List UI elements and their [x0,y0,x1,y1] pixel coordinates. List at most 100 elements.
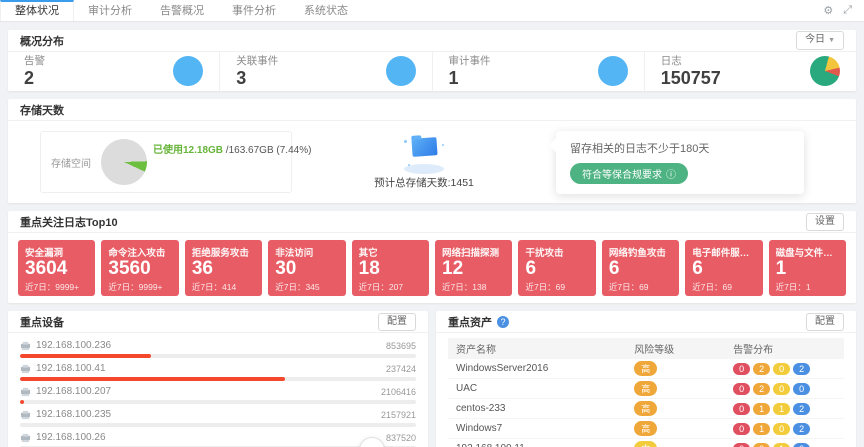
key-assets-section: 重点资产 ? 配置 资产名称 风险等级 告警分布 [436,311,856,447]
devices-config-button[interactable]: 配置 [378,313,416,331]
device-row[interactable]: 192.168.100.236853695 [20,336,416,359]
alert-badge-critical: 0 [733,383,750,395]
log-card-recent: 近7日：69 [609,281,672,293]
device-ip: 192.168.100.236 [36,340,111,351]
stat-label: 告警 [24,53,45,68]
alert-badge-medium: 1 [773,403,790,415]
stat-label: 审计事件 [449,53,491,68]
alert-badge-medium: 1 [773,443,790,447]
alert-badge-low: 0 [793,383,810,395]
assets-config-button[interactable]: 配置 [806,313,844,331]
log-card-value: 36 [192,258,255,281]
log-pie-chart [810,56,840,86]
device-row[interactable]: 192.168.100.2352157921 [20,405,416,428]
fullscreen-icon[interactable]: ⤢ [843,4,852,17]
log-card-value: 18 [359,258,422,281]
asset-row[interactable]: Windows7 高 0102 [448,419,844,439]
log-card-value: 6 [525,258,588,281]
section-title: 概况分布 [20,33,64,49]
device-ip: 192.168.100.41 [36,363,106,374]
risk-badge: 高 [634,401,657,416]
log-card-10[interactable]: 磁盘与文件系... 1 近7日：1 [769,240,846,296]
top10-settings-button[interactable]: 设置 [806,213,844,231]
risk-badge: 高 [634,381,657,396]
storage-days-text: 预计总存储天数:1451 [374,175,474,190]
tab-alert-overview[interactable]: 告警概况 [146,0,218,21]
asset-row[interactable]: centos-233 高 0112 [448,399,844,419]
date-range-select[interactable]: 今日▼ [796,31,844,50]
alert-badge-low: 2 [793,403,810,415]
alert-badges: 0200 [733,383,810,395]
device-bar-fill [20,354,151,358]
device-bar-track [20,354,416,358]
asset-row[interactable]: WindowsServer2016 高 0202 [448,359,844,379]
help-icon[interactable]: ? [497,316,509,328]
tab-label: 审计分析 [88,5,132,17]
tab-system-status[interactable]: 系统状态 [290,0,362,21]
chevron-down-icon: ▼ [828,37,835,44]
log-card-title: 命令注入攻击 [108,245,171,258]
storage-body: 存储空间 已使用12.18GB /163.67GB (7.44%) 预计总存储天… [8,121,856,203]
log-card-value: 6 [609,258,672,281]
compliance-badge-label: 符合等保合规要求 [582,166,662,181]
log-card-2[interactable]: 命令注入攻击 3560 近7日：9999+ [101,240,178,296]
stat-value: 150757 [661,69,721,88]
asset-row[interactable]: UAC 高 0200 [448,379,844,399]
log-card-value: 30 [275,258,338,281]
alert-badges: 0202 [733,363,810,375]
log-card-title: 干扰攻击 [525,245,588,258]
stat-value: 2 [24,69,45,88]
log-card-value: 1 [776,258,839,281]
log-card-8[interactable]: 网络钓鱼攻击 6 近7日：69 [602,240,679,296]
log-card-3[interactable]: 拒绝服务攻击 36 近7日：414 [185,240,262,296]
log-card-title: 其它 [359,245,422,258]
device-row[interactable]: 192.168.100.41237424 [20,359,416,382]
tab-label: 告警概况 [160,5,204,17]
assets-table-header: 资产名称 风险等级 告警分布 [448,338,844,359]
alert-badge-critical: 0 [733,443,750,447]
compliance-badge-button[interactable]: 符合等保合规要求 ⓘ [570,163,688,184]
tab-event-analysis[interactable]: 事件分析 [218,0,290,21]
log-card-value: 12 [442,258,505,281]
circle-chart-icon [598,56,628,86]
circle-chart-icon [173,56,203,86]
log-card-9[interactable]: 电子邮件服务攻击 6 近7日：69 [685,240,762,296]
log-card-6[interactable]: 网络扫描探测 12 近7日：138 [435,240,512,296]
tab-overall-status[interactable]: 整体状况 [0,0,74,21]
section-title: 重点关注日志Top10 [20,214,118,230]
gear-icon[interactable]: ⚙ [823,4,833,17]
dashboard-page: 概况分布 今日▼ 告警 2 关联事件 3 审计事件 1 日志 [0,22,864,447]
log-card-recent: 近7日：69 [525,281,588,293]
alert-badge-high: 0 [753,443,770,447]
log-card-7[interactable]: 干扰攻击 6 近7日：69 [518,240,595,296]
bottom-row: 重点设备 配置 192.168.100.236853695 192.168.10… [8,311,856,447]
folder-icon [398,134,450,174]
log-card-title: 电子邮件服务攻击 [692,245,755,258]
storage-header: 存储天数 [8,99,856,121]
alert-badge-medium: 0 [773,363,790,375]
log-card-1[interactable]: 安全漏洞 3604 近7日：9999+ [18,240,95,296]
device-ip: 192.168.100.26 [36,432,106,443]
log-card-5[interactable]: 其它 18 近7日：207 [352,240,429,296]
stat-audit-events: 审计事件 1 [432,52,644,91]
device-row[interactable]: 192.168.100.2072106416 [20,382,416,405]
alert-badge-critical: 0 [733,363,750,375]
risk-badge: 高 [634,361,657,376]
log-card-recent: 近7日：207 [359,281,422,293]
device-count: 837520 [386,433,416,443]
device-row[interactable]: 192.168.100.26 837520 [20,428,416,447]
stat-label: 日志 [661,53,721,68]
stat-label: 关联事件 [236,53,278,68]
alert-badge-high: 1 [753,403,770,415]
alert-badge-low: 2 [793,363,810,375]
alert-badge-high: 2 [753,363,770,375]
log-card-4[interactable]: 非法访问 30 近7日：345 [268,240,345,296]
alert-badges: 0102 [733,423,810,435]
compliance-tip-text: 留存相关的日志不少于180天 [570,140,790,156]
col-risk-level: 风险等级 [626,338,725,359]
device-count: 2106416 [381,387,416,397]
tab-audit-analysis[interactable]: 审计分析 [74,0,146,21]
storage-usage-text: 已使用12.18GB /163.67GB (7.44%) [153,141,311,156]
key-devices-section: 重点设备 配置 192.168.100.236853695 192.168.10… [8,311,428,447]
asset-row[interactable]: 192.168.100.11 中 0010 [448,439,844,447]
